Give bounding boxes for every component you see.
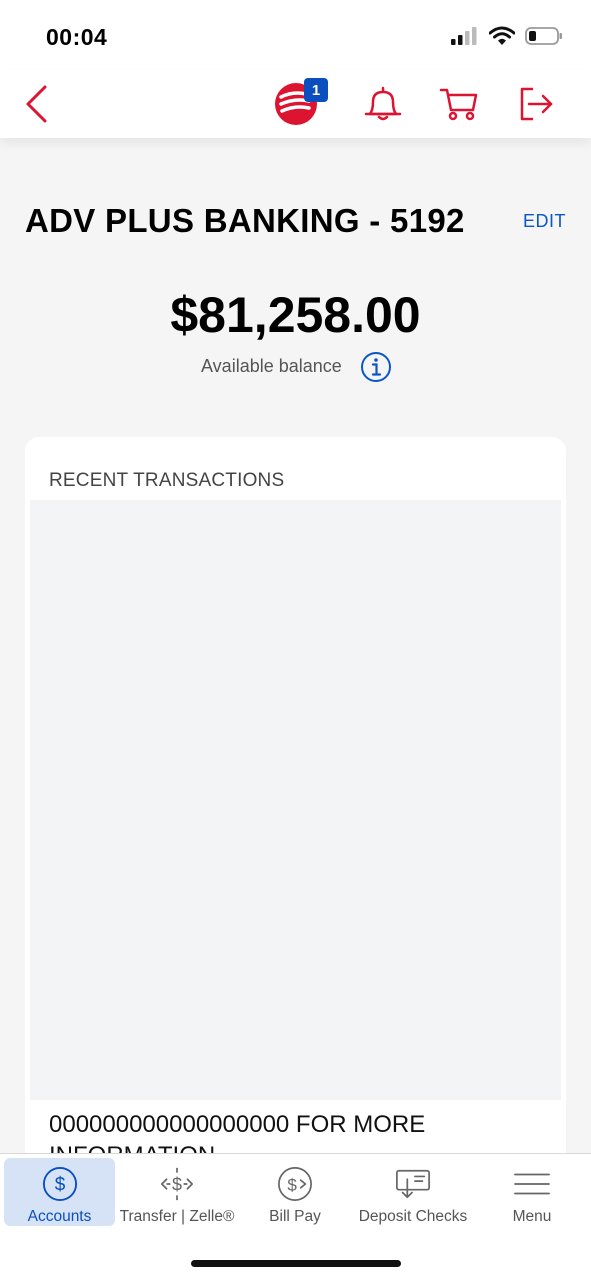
tab-label: Deposit Checks [358,1208,468,1225]
recent-transactions-heading: RECENT TRANSACTIONS [49,470,285,491]
cart-icon [439,88,478,121]
transfer-icon: $ [160,1167,194,1201]
status-time: 00:04 [46,24,108,50]
status-bar: 00:04 [0,0,591,70]
wifi-icon [489,26,515,45]
tab-bill-pay[interactable]: $ Bill Pay [240,1158,350,1226]
tab-menu[interactable]: Menu [480,1158,584,1226]
tab-label: Bill Pay [269,1208,321,1225]
balance-info-button[interactable] [360,351,392,388]
home-indicator[interactable] [191,1260,401,1267]
cellular-signal-icon [451,27,477,45]
transactions-placeholder [30,500,561,1100]
tab-label: Menu [512,1208,552,1225]
notifications-button[interactable] [363,70,403,138]
logout-button[interactable] [516,70,556,138]
deposit-check-icon [396,1169,430,1199]
tab-label: Transfer | Zelle® [119,1208,235,1225]
tab-accounts[interactable]: $ Accounts [4,1158,115,1226]
svg-text:$: $ [54,1175,65,1196]
svg-text:$: $ [172,1175,182,1195]
status-icons [451,26,563,46]
notification-badge: 1 [304,78,328,102]
dollar-circle-icon: $ [42,1166,77,1202]
cart-button[interactable] [439,70,479,138]
account-title: ADV PLUS BANKING - 5192 [25,202,465,239]
available-balance-label: Available balance [201,356,342,376]
chevron-left-icon [26,85,47,123]
info-icon [361,352,391,382]
back-button[interactable] [18,70,54,138]
tab-label: Accounts [27,1208,92,1225]
bell-icon [364,86,402,121]
tab-deposit-checks[interactable]: Deposit Checks [352,1158,474,1226]
hamburger-menu-icon [514,1173,550,1195]
battery-icon [525,27,562,45]
logout-icon [520,87,553,121]
svg-text:$: $ [287,1176,297,1195]
edit-account-link[interactable]: EDIT [523,211,566,232]
recent-transactions-card: RECENT TRANSACTIONS 000000000000000000 F… [25,437,566,1197]
bill-pay-icon: $ [278,1167,312,1201]
account-balance: $81,258.00 [170,287,421,343]
tab-transfer-zelle[interactable]: $ Transfer | Zelle® [120,1158,234,1226]
app-header: 1 [0,70,591,138]
